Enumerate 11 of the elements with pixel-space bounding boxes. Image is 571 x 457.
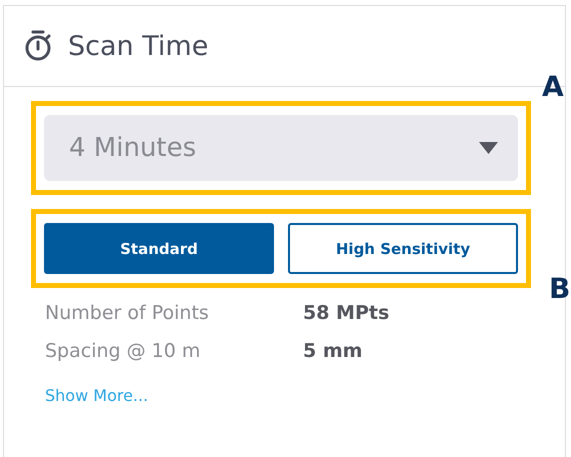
callout-letter: B — [549, 272, 570, 305]
panel-title: Scan Time — [68, 30, 208, 62]
mode-button[interactable]: Standard — [44, 223, 274, 274]
detail-value: 58 MPts — [303, 302, 390, 324]
caret-icon — [479, 142, 498, 154]
detail-value: 5 mm — [303, 340, 364, 362]
detail-label: Number of Points — [45, 302, 210, 324]
stopwatch-icon — [24, 30, 52, 62]
callout-letter: A — [542, 70, 564, 103]
detail-label: Spacing @ 10 m — [45, 340, 202, 362]
mode-button[interactable]: High Sensitivity — [288, 223, 518, 274]
